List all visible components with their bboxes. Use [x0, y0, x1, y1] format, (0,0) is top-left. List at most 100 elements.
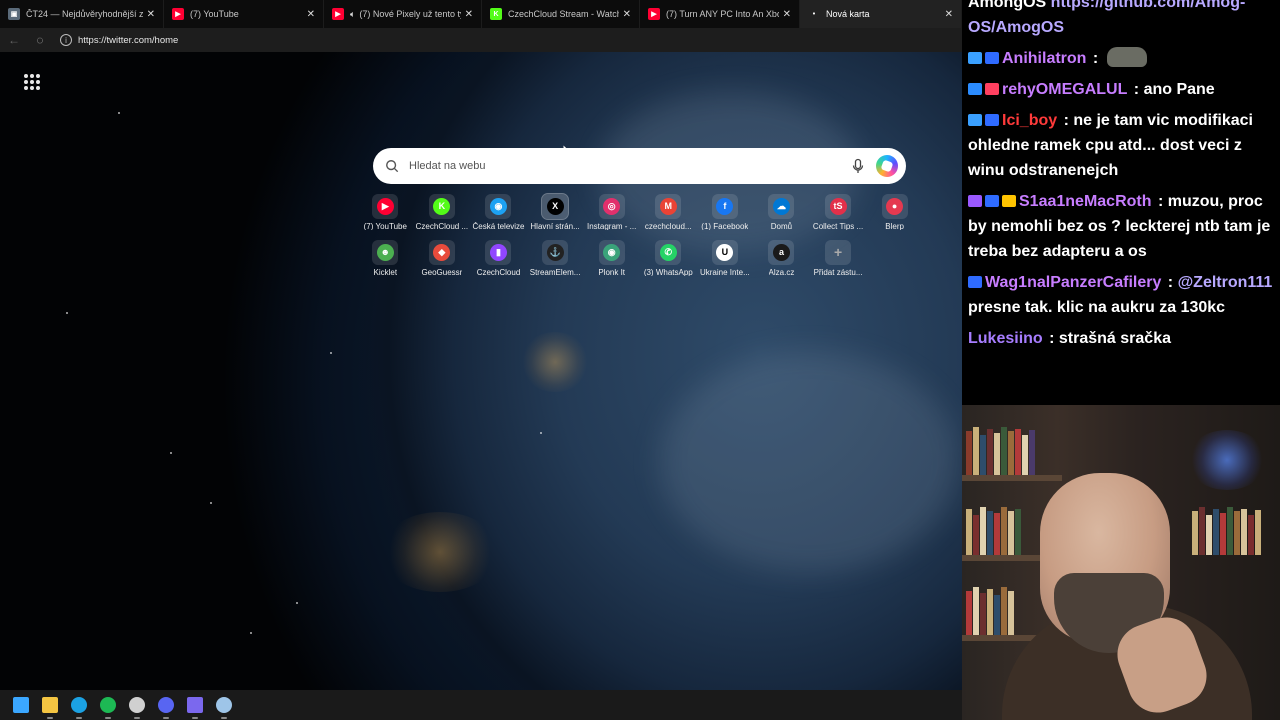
search-input[interactable]: Hledat na webu — [409, 160, 850, 172]
quick-link-label[interactable]: (3) WhatsApp — [644, 268, 693, 276]
quick-link[interactable]: U Ukraine Inte... — [697, 236, 754, 276]
quick-link-tile[interactable]: X — [541, 193, 570, 220]
stop-loading-icon[interactable]: ◌ — [32, 32, 48, 48]
quick-link-tile[interactable]: ▶ — [372, 194, 399, 219]
chat-username[interactable]: rehyOMEGALUL — [1002, 81, 1127, 98]
quick-link-tile[interactable]: f — [711, 194, 738, 219]
tab-title[interactable]: (7) Nové Pixely už tento týden — [359, 9, 460, 19]
quick-link-tile[interactable]: ◉ — [485, 194, 512, 219]
browser-tab[interactable]: ▶ (7) Turn ANY PC Into An Xbox! HU ✕ — [640, 0, 800, 28]
close-tab-icon[interactable]: ✕ — [147, 9, 155, 20]
tab-title[interactable]: (7) YouTube — [190, 9, 303, 19]
quick-link-label[interactable]: Česká televize — [472, 222, 524, 230]
apps-grid-icon[interactable] — [184, 694, 206, 719]
apps-grid-icon[interactable] — [24, 74, 40, 90]
tab-title[interactable]: (7) Turn ANY PC Into An Xbox! HU — [666, 9, 779, 19]
tab-title[interactable]: Nová karta — [826, 9, 941, 19]
browser-tab[interactable]: K CzechCloud Stream - Watch Live o ✕ — [482, 0, 640, 28]
steam-icon[interactable] — [213, 694, 235, 719]
browser-tab[interactable]: ▶ 🔈︎ (7) Nové Pixely už tento týden ✕ — [324, 0, 482, 28]
close-tab-icon[interactable]: ✕ — [623, 9, 631, 20]
quick-link[interactable]: f (1) Facebook — [697, 190, 754, 230]
quick-link-label[interactable]: (7) YouTube — [364, 222, 407, 230]
chat-username[interactable]: S1aa1neMacRoth — [1019, 193, 1152, 210]
quick-link-label[interactable]: CzechCloud — [477, 268, 521, 276]
quick-link[interactable]: Mczechcloud... — [640, 190, 697, 230]
browser-tab[interactable]: • Nová karta ✕ — [800, 0, 962, 28]
quick-link[interactable]: ▶ (7) YouTube — [357, 190, 414, 230]
quick-link-tile[interactable]: ● — [881, 194, 908, 219]
browser-tab[interactable]: ▶ (7) YouTube ✕ — [164, 0, 324, 28]
browser-tab[interactable]: ▣ ČT24 — Nejdůvěryhodnější zprav ✕ — [0, 0, 164, 28]
chatgpt-icon[interactable] — [126, 694, 148, 719]
quick-link-tile[interactable]: K — [428, 194, 455, 219]
quick-link-label[interactable]: Collect Tips ... — [813, 222, 863, 230]
chat-username[interactable]: Ici_boy — [1002, 112, 1057, 129]
quick-link[interactable]: ◆ GeoGuessr — [414, 236, 471, 276]
quick-link[interactable]: ● Blerp — [866, 190, 923, 230]
quick-link-tile[interactable]: ▮ — [485, 240, 512, 265]
site-info-icon[interactable]: i — [60, 34, 72, 46]
quick-link-tile[interactable]: ⚓ — [542, 240, 569, 265]
quick-link-label[interactable]: CzechCloud ... — [416, 222, 468, 230]
chat-username[interactable]: Lukesiino — [968, 330, 1043, 347]
quick-link-label[interactable]: Přidat zástu... — [814, 268, 863, 276]
quick-link[interactable]: tS Collect Tips ... — [810, 190, 867, 230]
quick-link-tile[interactable]: a — [768, 240, 795, 265]
quick-link[interactable]: ☻ Kicklet — [357, 236, 414, 276]
discord-icon[interactable] — [155, 694, 177, 719]
quick-link-tile[interactable]: + — [825, 240, 852, 265]
quick-link-tile[interactable]: ✆ — [655, 240, 682, 265]
quick-link[interactable]: + Přidat zástu... — [810, 236, 867, 276]
quick-link-label[interactable]: Domů — [771, 222, 792, 230]
quick-link-label[interactable]: Instagram - ... — [587, 222, 636, 230]
quick-link-tile[interactable]: ◎ — [598, 194, 625, 219]
quick-link-label[interactable]: Blerp — [885, 222, 904, 230]
quick-link[interactable]: ⚓ StreamElem... — [527, 236, 584, 276]
close-tab-icon[interactable]: ✕ — [945, 9, 953, 20]
edge-icon[interactable] — [68, 694, 90, 719]
quick-link[interactable]: ◉ Česká televize — [470, 190, 527, 230]
url-text[interactable]: https://twitter.com/home — [78, 35, 178, 46]
close-tab-icon[interactable]: ✕ — [783, 9, 791, 20]
web-search-box[interactable]: Hledat na webu — [373, 148, 906, 184]
tab-title[interactable]: ČT24 — Nejdůvěryhodnější zprav — [26, 9, 143, 19]
microphone-icon[interactable] — [850, 158, 866, 174]
close-tab-icon[interactable]: ✕ — [307, 9, 315, 20]
tab-title[interactable]: CzechCloud Stream - Watch Live o — [508, 9, 619, 19]
quick-link-label[interactable]: Kicklet — [374, 268, 398, 276]
quick-link-label[interactable]: czechcloud... — [645, 222, 692, 230]
quick-link-tile[interactable]: U — [711, 240, 738, 265]
quick-link-label[interactable]: Alza.cz — [769, 268, 795, 276]
quick-link-label[interactable]: Hlavní strán... — [530, 222, 579, 230]
windows-start-icon[interactable] — [10, 694, 32, 716]
quick-link[interactable]: ✆ (3) WhatsApp — [640, 236, 697, 276]
quick-link-label[interactable]: StreamElem... — [530, 268, 581, 276]
quick-link[interactable]: X Hlavní strán... — [527, 190, 584, 230]
quick-link-tile[interactable]: ☁ — [768, 194, 795, 219]
file-explorer-icon[interactable] — [39, 694, 61, 719]
quick-link-tile[interactable]: tS — [825, 194, 852, 219]
copilot-icon[interactable] — [876, 155, 898, 177]
close-tab-icon[interactable]: ✕ — [465, 9, 473, 20]
quick-link-tile[interactable]: ◉ — [598, 240, 625, 265]
quick-link[interactable]: K CzechCloud ... — [414, 190, 471, 230]
chat-username[interactable]: Wag1nalPanzerCafilery — [985, 274, 1161, 291]
quick-link[interactable]: a Alza.cz — [753, 236, 810, 276]
quick-link-label[interactable]: Ukraine Inte... — [700, 268, 750, 276]
speaker-icon[interactable]: 🔈︎ — [350, 9, 355, 20]
back-icon[interactable]: ← — [6, 32, 22, 48]
quick-link[interactable]: ◉ Plonk It — [583, 236, 640, 276]
quick-link-label[interactable]: (1) Facebook — [701, 222, 748, 230]
quick-link-label[interactable]: Plonk It — [598, 268, 625, 276]
spotify-icon[interactable] — [97, 694, 119, 719]
quick-link-tile[interactable]: M — [655, 194, 682, 219]
quick-link-tile[interactable]: ☻ — [372, 240, 399, 265]
url-field[interactable]: i https://twitter.com/home — [60, 31, 178, 49]
quick-link[interactable]: ☁ Domů — [753, 190, 810, 230]
quick-link[interactable]: ▮ CzechCloud — [470, 236, 527, 276]
quick-link-label[interactable]: GeoGuessr — [421, 268, 462, 276]
quick-link[interactable]: ◎ Instagram - ... — [583, 190, 640, 230]
quick-link-tile[interactable]: ◆ — [428, 240, 455, 265]
chat-username[interactable]: Anihilatron — [1002, 50, 1086, 67]
